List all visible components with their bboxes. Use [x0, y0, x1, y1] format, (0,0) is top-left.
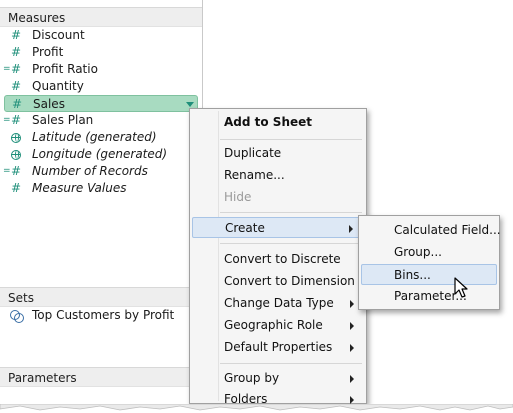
menu-item-rename[interactable]: Rename... [192, 165, 364, 186]
submenu-item-parameter[interactable]: Parameter... [361, 286, 497, 307]
field-label: Sales Plan [32, 113, 94, 127]
data-pane: Measures # Discount # Profit # Profit Ra… [0, 0, 203, 404]
globe-icon [8, 129, 24, 146]
globe-icon [8, 146, 24, 163]
field-label: Number of Records [32, 164, 148, 178]
field-label: Longitude (generated) [32, 147, 168, 161]
field-longitude[interactable]: Longitude (generated) [4, 146, 198, 163]
submenu-arrow-icon [350, 396, 354, 404]
menu-item-label: Default Properties [224, 340, 333, 354]
menu-item-default-properties[interactable]: Default Properties [192, 337, 364, 358]
field-label: Latitude (generated) [32, 130, 157, 144]
menu-item-label: Geographic Role [224, 318, 323, 332]
field-label: Quantity [32, 79, 84, 93]
field-profit[interactable]: # Profit [4, 44, 198, 61]
parameters-header[interactable]: Parameters [0, 367, 202, 387]
field-label: Discount [32, 28, 85, 42]
set-label: Top Customers by Profit [32, 308, 175, 322]
submenu-item-group[interactable]: Group... [361, 242, 497, 263]
submenu-item-calculated-field[interactable]: Calculated Field... [361, 220, 501, 241]
menu-item-add-to-sheet[interactable]: Add to Sheet [192, 112, 364, 133]
field-sales[interactable]: # Sales [4, 95, 198, 112]
submenu-arrow-icon [350, 344, 354, 352]
hash-icon: # [10, 28, 22, 42]
menu-separator [220, 243, 362, 244]
torn-edge [0, 404, 513, 413]
hash-icon: # [10, 79, 22, 93]
submenu-arrow-icon [350, 300, 354, 308]
menu-item-label: Create [225, 221, 265, 235]
set-top-customers[interactable]: Top Customers by Profit [4, 307, 198, 324]
menu-separator [220, 139, 362, 140]
sets-header[interactable]: Sets [0, 287, 202, 307]
hash-icon: # [11, 97, 23, 111]
context-menu: Add to Sheet Duplicate Rename... Hide Cr… [189, 108, 367, 406]
field-profit-ratio[interactable]: # Profit Ratio [3, 61, 198, 78]
dropdown-arrow-icon[interactable] [186, 102, 194, 107]
menu-item-change-data-type[interactable]: Change Data Type [192, 293, 364, 314]
field-discount[interactable]: # Discount [4, 27, 198, 44]
menu-item-duplicate[interactable]: Duplicate [192, 143, 364, 164]
menu-item-label: Group by [224, 371, 280, 385]
menu-separator [220, 363, 362, 364]
hash-icon: # [10, 45, 22, 59]
calc-hash-icon: # [3, 163, 24, 180]
menu-item-create[interactable]: Create [192, 217, 364, 238]
field-measure-values[interactable]: # Measure Values [4, 180, 198, 197]
menu-item-geographic-role[interactable]: Geographic Role [192, 315, 364, 336]
menu-item-convert-dimension[interactable]: Convert to Dimension [192, 271, 364, 292]
field-label: Sales [33, 97, 65, 111]
menu-item-group-by[interactable]: Group by [192, 368, 364, 389]
field-label: Profit Ratio [32, 62, 98, 76]
field-number-of-records[interactable]: # Number of Records [3, 163, 198, 180]
menu-item-hide: Hide [224, 190, 252, 204]
calc-hash-icon: # [3, 112, 24, 129]
measures-header[interactable]: Measures [0, 7, 202, 27]
submenu-arrow-icon [349, 225, 353, 233]
calc-hash-icon: # [3, 61, 24, 78]
set-icon [10, 310, 24, 323]
submenu-arrow-icon [350, 322, 354, 330]
field-latitude[interactable]: Latitude (generated) [4, 129, 198, 146]
hash-icon: # [10, 181, 22, 195]
field-label: Measure Values [32, 181, 127, 195]
field-sales-plan[interactable]: # Sales Plan [3, 112, 198, 129]
menu-item-label: Change Data Type [224, 296, 334, 310]
submenu-item-bins[interactable]: Bins... [361, 264, 497, 285]
submenu-arrow-icon [350, 375, 354, 383]
menu-separator [220, 212, 362, 213]
field-quantity[interactable]: # Quantity [4, 78, 198, 95]
field-label: Profit [32, 45, 64, 59]
create-submenu: Calculated Field... Group... Bins... Par… [358, 215, 501, 310]
mouse-cursor-icon [454, 277, 468, 298]
menu-item-convert-discrete[interactable]: Convert to Discrete [192, 249, 364, 270]
